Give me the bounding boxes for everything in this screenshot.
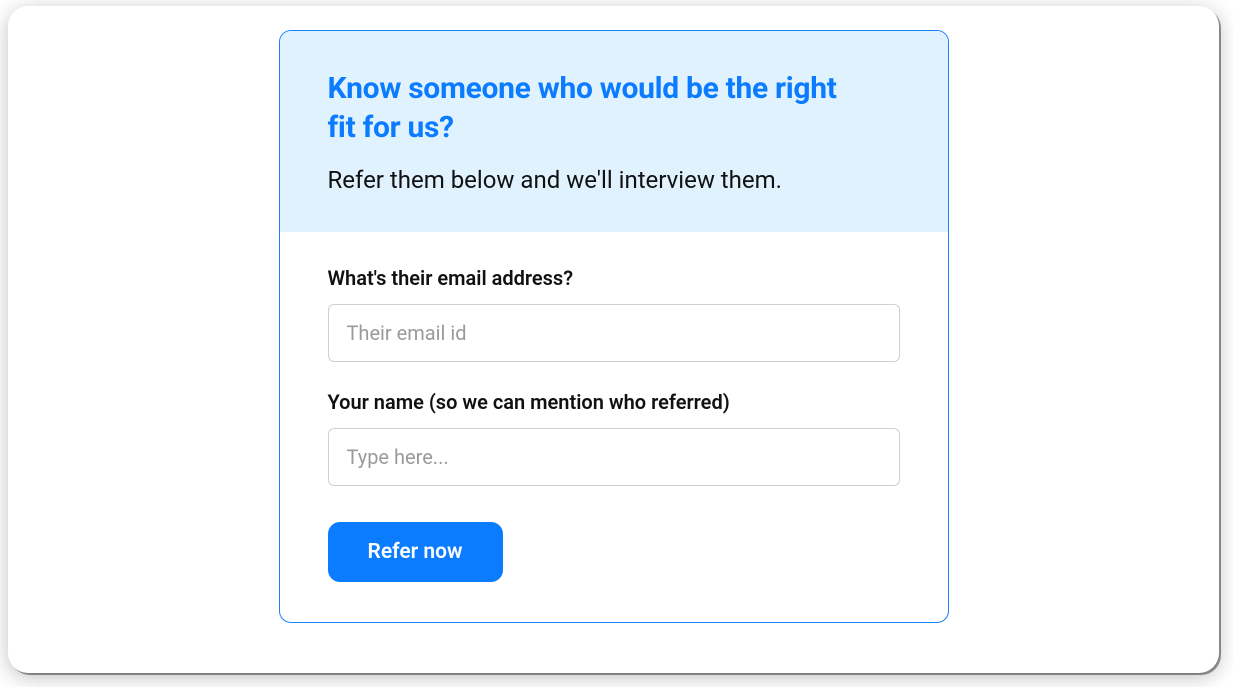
referrer-field-group: Your name (so we can mention who referre… (328, 390, 900, 486)
form-header: Know someone who would be the right fit … (280, 31, 948, 232)
page-card: Know someone who would be the right fit … (8, 6, 1219, 673)
form-title: Know someone who would be the right fit … (328, 69, 848, 147)
email-input[interactable] (328, 304, 900, 362)
form-subtitle: Refer them below and we'll interview the… (328, 165, 900, 196)
referral-form-card: Know someone who would be the right fit … (279, 30, 949, 623)
form-body: What's their email address? Your name (s… (280, 232, 948, 622)
email-field-group: What's their email address? (328, 266, 900, 362)
refer-now-button[interactable]: Refer now (328, 522, 503, 582)
referrer-name-input[interactable] (328, 428, 900, 486)
referrer-label: Your name (so we can mention who referre… (328, 390, 900, 414)
email-label: What's their email address? (328, 266, 900, 290)
